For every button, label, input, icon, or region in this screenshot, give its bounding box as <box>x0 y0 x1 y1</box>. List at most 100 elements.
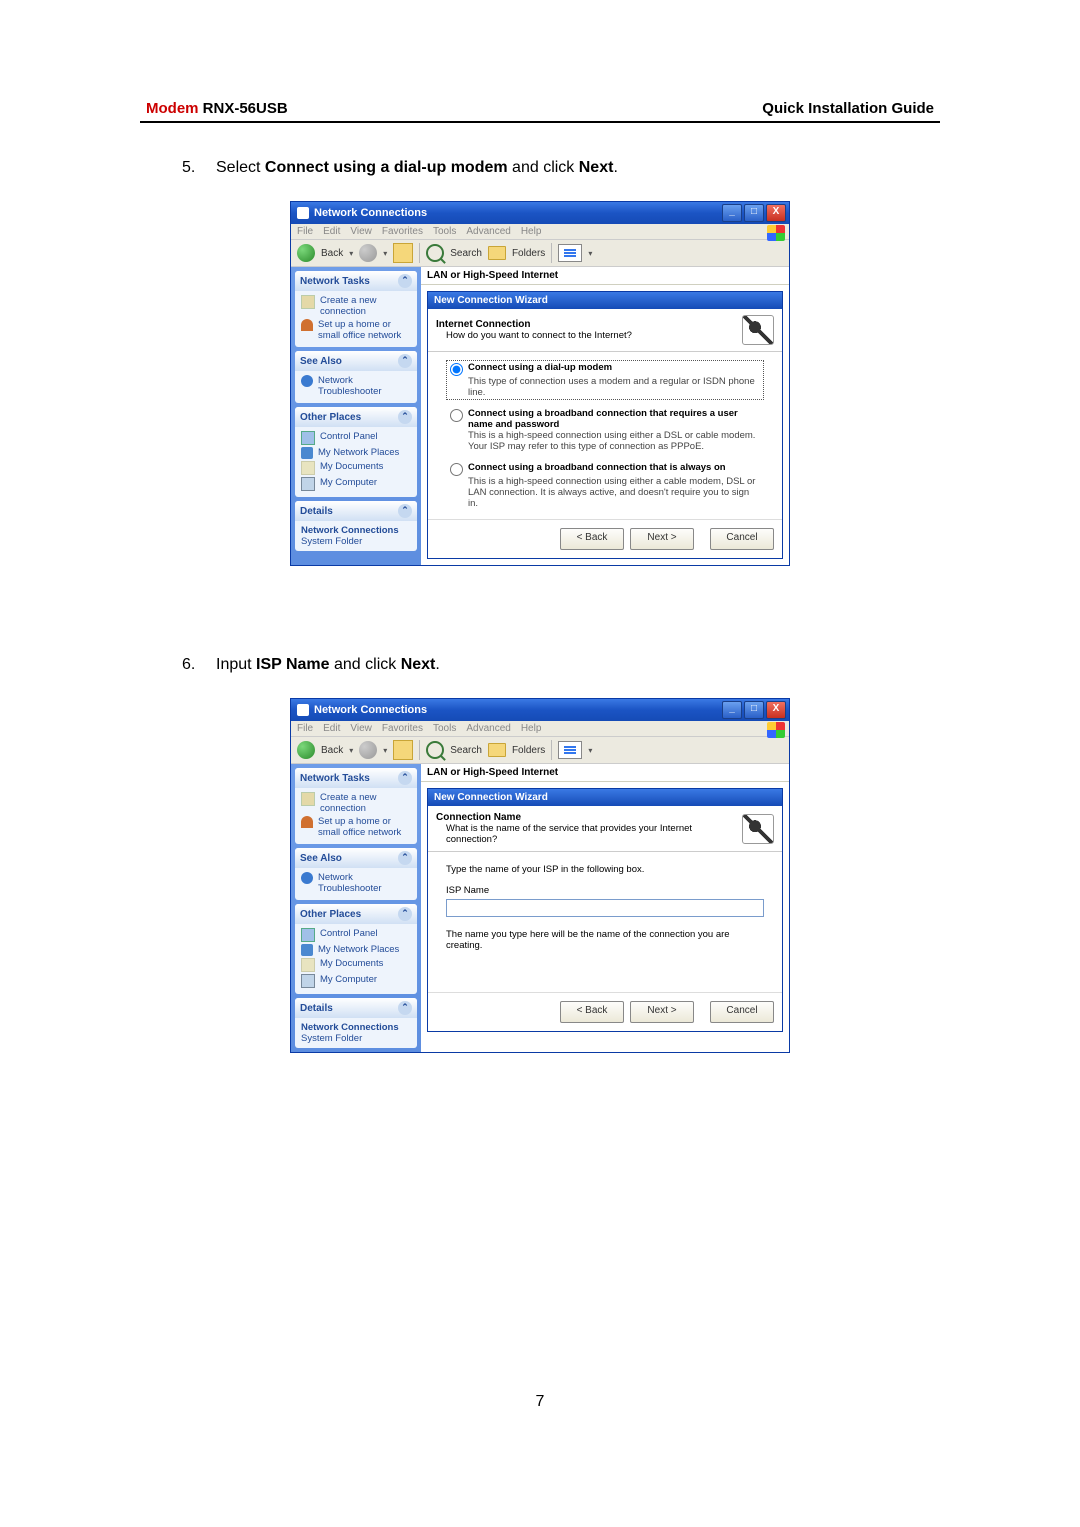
menu-favorites[interactable]: Favorites <box>382 723 423 734</box>
menu-view[interactable]: View <box>350 723 372 734</box>
menubar: File Edit View Favorites Tools Advanced … <box>291 224 789 240</box>
minimize-button[interactable]: _ <box>722 701 742 719</box>
search-button[interactable]: Search <box>450 745 482 756</box>
radio-dialup-input[interactable] <box>450 363 463 376</box>
computer-icon <box>301 477 315 491</box>
up-icon[interactable] <box>393 243 413 263</box>
close-button[interactable]: X <box>766 204 786 222</box>
folders-button[interactable]: Folders <box>512 745 545 756</box>
close-button[interactable]: X <box>766 701 786 719</box>
views-button[interactable] <box>558 244 582 262</box>
side-see-also: See Also⌃ Network Troubleshooter <box>295 848 417 900</box>
wizard-titlebar[interactable]: New Connection Wizard <box>428 789 782 806</box>
menubar: File Edit View Favorites Tools Advanced … <box>291 721 789 737</box>
computer-icon <box>301 974 315 988</box>
menu-view[interactable]: View <box>350 226 372 237</box>
menu-file[interactable]: File <box>297 723 313 734</box>
menu-advanced[interactable]: Advanced <box>466 723 510 734</box>
back-dropdown[interactable]: ▾ <box>349 249 353 258</box>
minimize-button[interactable]: _ <box>722 204 742 222</box>
folders-icon[interactable] <box>488 246 506 260</box>
collapse-icon[interactable]: ⌃ <box>398 410 412 424</box>
link-setup-home-network[interactable]: Set up a home or small office network <box>301 815 411 839</box>
radio-dialup[interactable]: Connect using a dial-up modem This type … <box>446 360 764 400</box>
search-button[interactable]: Search <box>450 248 482 259</box>
doc-header-modem: Modem <box>146 100 199 117</box>
cancel-button[interactable]: Cancel <box>710 1001 774 1023</box>
menu-edit[interactable]: Edit <box>323 723 340 734</box>
maximize-button[interactable]: □ <box>744 701 764 719</box>
side-other-places: Other Places⌃ Control Panel My Network P… <box>295 904 417 994</box>
titlebar[interactable]: Network Connections _ □ X <box>291 699 789 721</box>
link-network-troubleshooter[interactable]: Network Troubleshooter <box>301 871 411 895</box>
menu-edit[interactable]: Edit <box>323 226 340 237</box>
link-control-panel[interactable]: Control Panel <box>301 927 411 943</box>
collapse-icon[interactable]: ⌃ <box>398 1001 412 1015</box>
windows-flag-icon <box>767 722 785 738</box>
link-my-network-places[interactable]: My Network Places <box>301 943 411 957</box>
radio-broadband-always[interactable]: Connect using a broadband connection tha… <box>446 460 764 511</box>
info-icon <box>301 872 313 884</box>
xp-window-1: Network Connections _ □ X File Edit View… <box>290 201 790 566</box>
back-button[interactable]: < Back <box>560 528 624 550</box>
link-my-computer[interactable]: My Computer <box>301 476 411 492</box>
radio-broadband-auth-input[interactable] <box>450 409 463 422</box>
menu-file[interactable]: File <box>297 226 313 237</box>
control-panel-icon <box>301 928 315 942</box>
xp-window-2: Network Connections _ □ X File Edit View… <box>290 698 790 1053</box>
link-my-documents[interactable]: My Documents <box>301 957 411 973</box>
link-network-troubleshooter[interactable]: Network Troubleshooter <box>301 374 411 398</box>
link-control-panel[interactable]: Control Panel <box>301 430 411 446</box>
collapse-icon[interactable]: ⌃ <box>398 354 412 368</box>
maximize-button[interactable]: □ <box>744 204 764 222</box>
collapse-icon[interactable]: ⌃ <box>398 851 412 865</box>
step-6-text: Input ISP Name and click Next. <box>216 656 440 674</box>
windows-flag-icon <box>767 225 785 241</box>
next-button[interactable]: Next > <box>630 528 694 550</box>
forward-icon[interactable] <box>359 741 377 759</box>
back-icon[interactable] <box>297 244 315 262</box>
menu-tools[interactable]: Tools <box>433 723 456 734</box>
titlebar[interactable]: Network Connections _ □ X <box>291 202 789 224</box>
side-other-places: Other Places⌃ Control Panel My Network P… <box>295 407 417 497</box>
radio-broadband-always-input[interactable] <box>450 463 463 476</box>
back-button[interactable]: Back <box>321 745 343 756</box>
menu-favorites[interactable]: Favorites <box>382 226 423 237</box>
radio-broadband-auth[interactable]: Connect using a broadband connection tha… <box>446 406 764 454</box>
link-setup-home-network[interactable]: Set up a home or small office network <box>301 318 411 342</box>
search-icon[interactable] <box>426 244 444 262</box>
link-create-connection[interactable]: Create a new connection <box>301 294 411 318</box>
back-button[interactable]: < Back <box>560 1001 624 1023</box>
step-6-num: 6. <box>182 656 202 674</box>
back-icon[interactable] <box>297 741 315 759</box>
next-button[interactable]: Next > <box>630 1001 694 1023</box>
wizard-heading: Connection Name <box>436 812 521 823</box>
link-my-computer[interactable]: My Computer <box>301 973 411 989</box>
menu-help[interactable]: Help <box>521 723 542 734</box>
menu-advanced[interactable]: Advanced <box>466 226 510 237</box>
link-create-connection[interactable]: Create a new connection <box>301 791 411 815</box>
link-my-documents[interactable]: My Documents <box>301 460 411 476</box>
menu-help[interactable]: Help <box>521 226 542 237</box>
collapse-icon[interactable]: ⌃ <box>398 274 412 288</box>
wizard-instruction: Type the name of your ISP in the followi… <box>446 860 764 885</box>
forward-icon[interactable] <box>359 244 377 262</box>
back-button[interactable]: Back <box>321 248 343 259</box>
views-button[interactable] <box>558 741 582 759</box>
link-my-network-places[interactable]: My Network Places <box>301 446 411 460</box>
collapse-icon[interactable]: ⌃ <box>398 907 412 921</box>
content-section-header: LAN or High-Speed Internet <box>421 267 789 285</box>
cancel-button[interactable]: Cancel <box>710 528 774 550</box>
wizard-titlebar[interactable]: New Connection Wizard <box>428 292 782 309</box>
menu-tools[interactable]: Tools <box>433 226 456 237</box>
search-icon[interactable] <box>426 741 444 759</box>
toolbar: Back ▾ ▾ Search Folders ▾ <box>291 737 789 764</box>
up-icon[interactable] <box>393 740 413 760</box>
side-see-also: See Also⌃ Network Troubleshooter <box>295 351 417 403</box>
collapse-icon[interactable]: ⌃ <box>398 771 412 785</box>
folders-button[interactable]: Folders <box>512 248 545 259</box>
side-details: Details⌃ Network Connections System Fold… <box>295 501 417 551</box>
collapse-icon[interactable]: ⌃ <box>398 504 412 518</box>
folders-icon[interactable] <box>488 743 506 757</box>
isp-name-input[interactable] <box>446 899 764 917</box>
